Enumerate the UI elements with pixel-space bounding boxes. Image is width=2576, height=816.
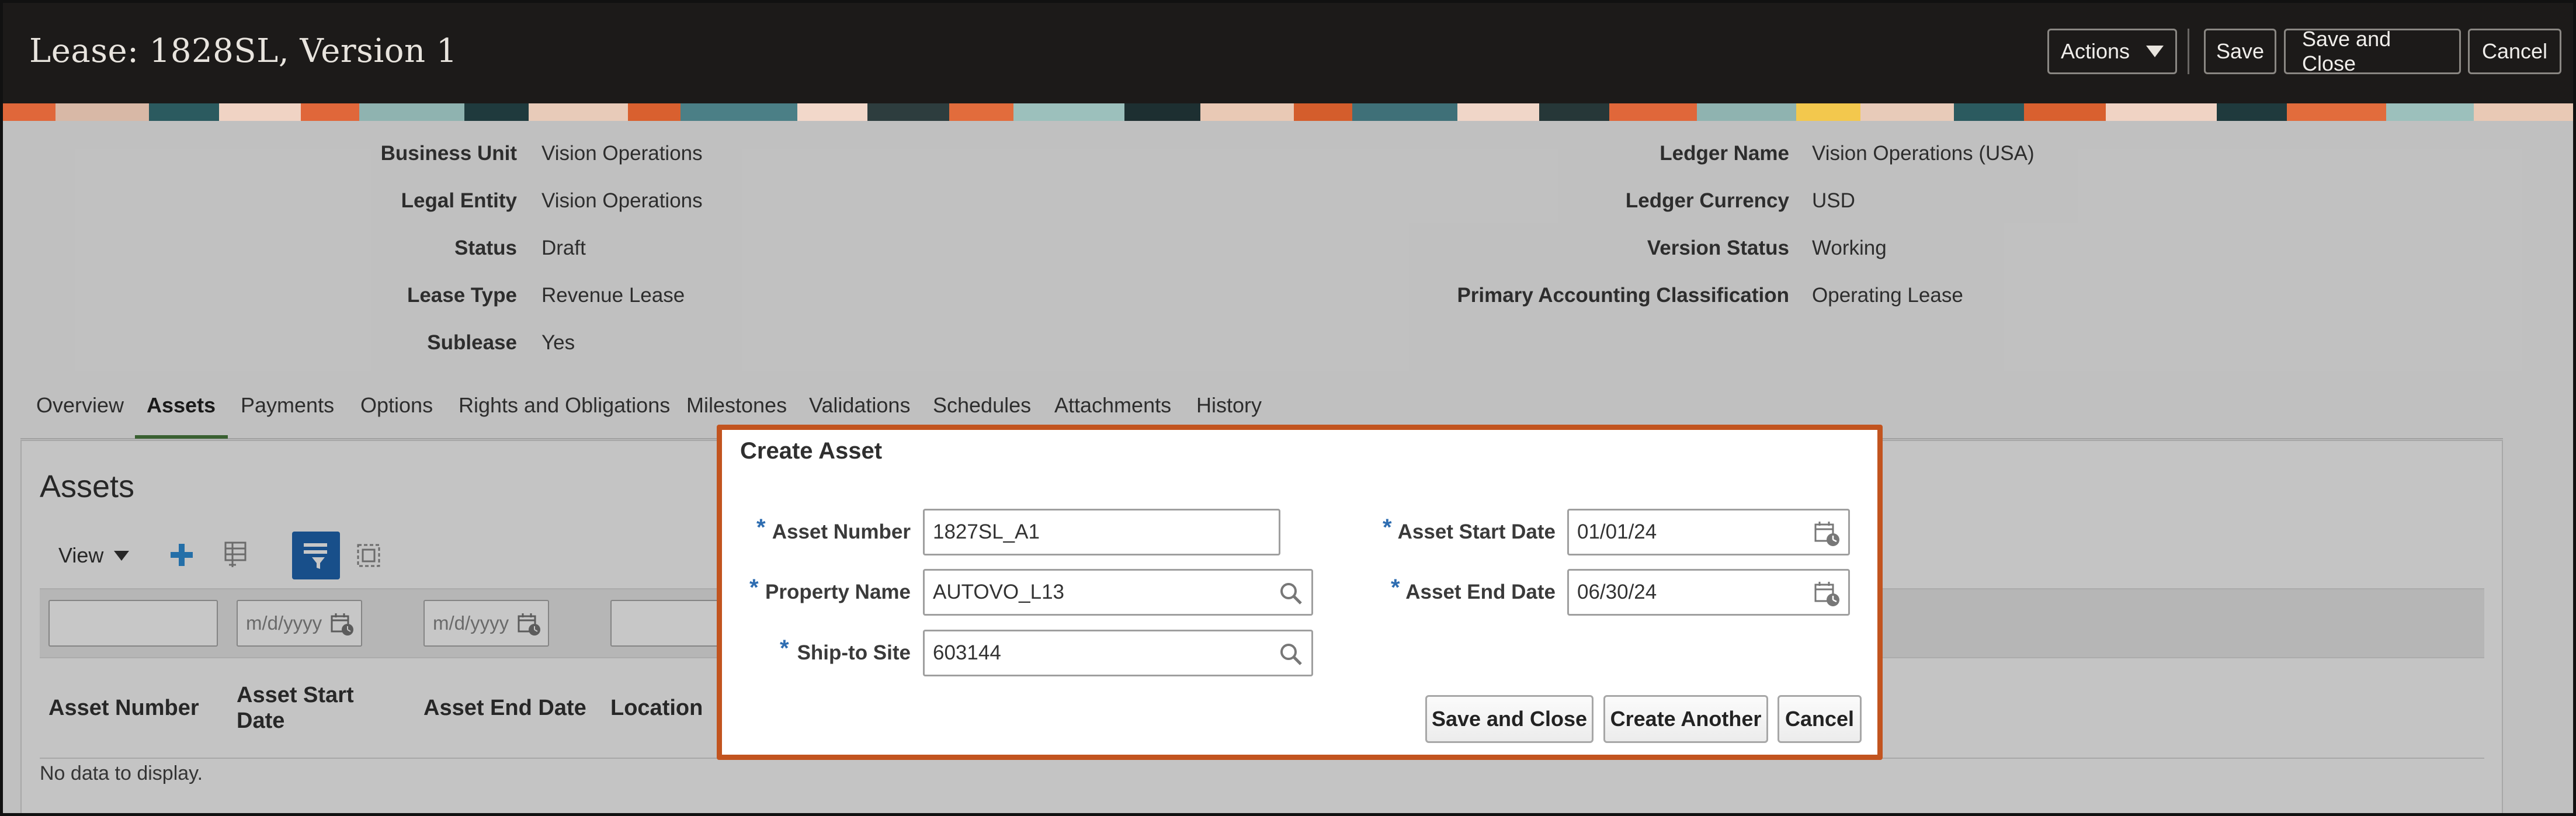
- asset-start-date-label: Asset Start Date: [1397, 520, 1556, 543]
- asset-end-date-label: Asset End Date: [1405, 581, 1556, 603]
- required-indicator: *: [749, 575, 759, 600]
- create-another-button[interactable]: Create Another: [1603, 695, 1768, 743]
- toolbar-separator: [2188, 29, 2189, 74]
- asset-number-label: Asset Number: [772, 520, 911, 543]
- decorative-banner: [3, 103, 2573, 121]
- required-indicator: *: [780, 636, 789, 661]
- dialog-title: Create Asset: [740, 438, 883, 464]
- ship-to-site-input[interactable]: 603144: [923, 630, 1313, 676]
- required-indicator: *: [1383, 515, 1392, 540]
- page-header: Lease: 1828SL, Version 1 Actions Save Sa…: [3, 3, 2573, 103]
- dialog-save-and-close-button[interactable]: Save and Close: [1425, 695, 1593, 743]
- ship-to-site-value: 603144: [933, 641, 1001, 664]
- save-and-close-button[interactable]: Save and Close: [2284, 27, 2461, 75]
- cancel-label: Cancel: [2481, 39, 2548, 63]
- save-button[interactable]: Save: [2204, 29, 2276, 74]
- asset-end-date-value: 06/30/24: [1577, 581, 1657, 603]
- property-name-label: Property Name: [765, 581, 911, 603]
- save-and-close-label: Save and Close: [2302, 27, 2391, 75]
- asset-start-date-input[interactable]: 01/01/24: [1567, 509, 1850, 555]
- asset-end-date-input[interactable]: 06/30/24: [1567, 569, 1850, 616]
- actions-menu-button[interactable]: Actions: [2047, 29, 2177, 74]
- chevron-down-icon: [2146, 46, 2164, 57]
- ship-to-site-label: Ship-to Site: [797, 641, 911, 664]
- banner-pattern: [3, 103, 2573, 121]
- search-icon[interactable]: [1277, 641, 1304, 668]
- asset-number-input[interactable]: 1827SL_A1: [923, 509, 1280, 555]
- search-icon[interactable]: [1277, 580, 1304, 607]
- asset-start-date-value: 01/01/24: [1577, 520, 1657, 543]
- app-window: Lease: 1828SL, Version 1 Actions Save Sa…: [0, 0, 2576, 816]
- property-name-input[interactable]: AUTOVO_L13: [923, 569, 1313, 616]
- calendar-icon[interactable]: [1813, 520, 1841, 548]
- required-indicator: *: [756, 515, 766, 540]
- asset-number-value: 1827SL_A1: [933, 520, 1040, 543]
- required-indicator: *: [1391, 575, 1400, 600]
- actions-label: Actions: [2060, 39, 2130, 63]
- dialog-cancel-button[interactable]: Cancel: [1777, 695, 1862, 743]
- property-name-value: AUTOVO_L13: [933, 581, 1065, 603]
- cancel-button[interactable]: Cancel: [2468, 29, 2561, 74]
- page-title: Lease: 1828SL, Version 1: [29, 32, 457, 70]
- calendar-icon[interactable]: [1813, 580, 1841, 608]
